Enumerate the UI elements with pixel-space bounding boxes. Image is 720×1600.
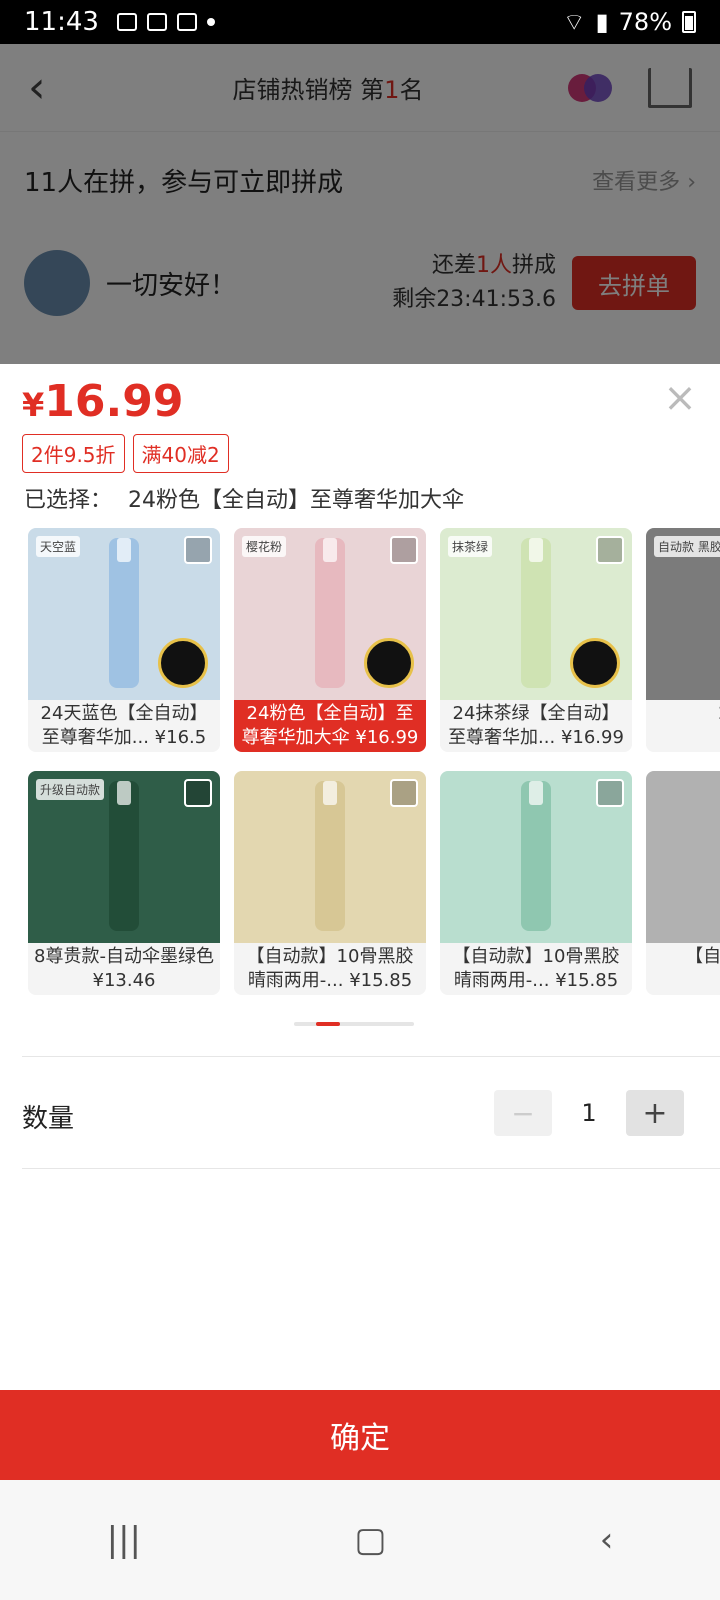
more-notifications-icon (206, 18, 215, 26)
selected-label: 已选择： (24, 488, 113, 513)
sku-option-caption: 24粉色【全自动】至尊奢华加大伞 ¥16.99 (234, 700, 426, 752)
status-right: ⌔ ▮ 78% (563, 7, 696, 37)
close-icon[interactable]: × (660, 378, 700, 418)
sku-option-card[interactable]: 【自动款】10骨黑胶晴雨两用-... ¥15.85 (234, 771, 426, 995)
divider (22, 1168, 720, 1169)
quantity-value[interactable]: 1 (552, 1099, 626, 1127)
battery-percent: 78% (618, 8, 672, 36)
umbrella-icon (521, 538, 551, 688)
quantity-label: 数量 (22, 1104, 75, 1134)
expand-icon[interactable] (184, 779, 212, 807)
sku-option-image (646, 771, 720, 943)
sku-grid: 天空蓝 24天蓝色【全自动】至尊奢华加... ¥16.5 樱花粉 24粉色【全自动】至… (28, 528, 720, 998)
confirm-button[interactable]: 确定 (0, 1390, 720, 1480)
sku-option-caption: 【自动 晴雨两 (646, 943, 720, 995)
notification-icons (116, 13, 215, 31)
system-nav-bar: ||| ▢ ‹ (0, 1480, 720, 1600)
gallery-icon (116, 13, 137, 31)
umbrella-handle-icon (117, 538, 131, 562)
expand-icon[interactable] (390, 536, 418, 564)
umbrella-handle-icon (529, 538, 543, 562)
umbrella-handle-icon (117, 781, 131, 805)
promo-tags: 2件9.5折 满40减2 (22, 434, 229, 473)
status-bar: 11:43 ⌔ ▮ 78% (0, 0, 720, 44)
selected-value: 24粉色【全自动】至尊奢华加大伞 (128, 488, 465, 513)
quantity-minus-button[interactable]: − (494, 1090, 552, 1136)
umbrella-detail-icon (364, 638, 414, 688)
sku-image-label: 樱花粉 (242, 536, 287, 557)
quantity-plus-button[interactable]: + (626, 1090, 684, 1136)
umbrella-icon (315, 781, 345, 931)
dim-overlay[interactable] (0, 44, 720, 364)
sku-option-card[interactable]: 【自动 晴雨两 (646, 771, 720, 995)
divider (22, 1056, 720, 1057)
promo-tag: 满40减2 (132, 434, 229, 473)
signal-icon: ▮ (595, 8, 609, 36)
sku-option-image: 自动款 黑胶防晒 (646, 528, 720, 700)
sku-option-caption: 2骨黑 (646, 700, 720, 752)
umbrella-handle-icon (323, 781, 337, 805)
umbrella-detail-icon (158, 638, 208, 688)
grid-pager (294, 1022, 414, 1026)
sku-option-card[interactable]: 樱花粉 24粉色【全自动】至尊奢华加大伞 ¥16.99 (234, 528, 426, 752)
youtube-icon (176, 13, 197, 31)
umbrella-icon (521, 781, 551, 931)
sku-option-caption: 8尊贵款-自动伞墨绿色 ¥13.46 (28, 943, 220, 995)
sku-option-card[interactable]: 升级自动款 8尊贵款-自动伞墨绿色 ¥13.46 (28, 771, 220, 995)
home-icon[interactable]: ▢ (354, 1520, 386, 1560)
sku-image-label: 天空蓝 (36, 536, 81, 557)
umbrella-icon (109, 781, 139, 931)
sku-image-label: 自动款 黑胶防晒 (654, 536, 720, 557)
sku-option-card[interactable]: 天空蓝 24天蓝色【全自动】至尊奢华加... ¥16.5 (28, 528, 220, 752)
sku-option-caption: 24天蓝色【全自动】至尊奢华加... ¥16.5 (28, 700, 220, 752)
quantity-stepper: − 1 + (494, 1090, 684, 1136)
sku-sheet: ¥16.99 × 2件9.5折 满40减2 已选择： 24粉色【全自动】至尊奢华加… (0, 364, 720, 1390)
status-time: 11:43 (24, 7, 99, 37)
umbrella-handle-icon (529, 781, 543, 805)
wifi-icon: ⌔ (562, 8, 586, 36)
battery-icon (682, 11, 696, 33)
price: ¥16.99 (22, 376, 183, 427)
expand-icon[interactable] (390, 779, 418, 807)
sku-option-caption: 24抹茶绿【全自动】至尊奢华加... ¥16.99 (440, 700, 632, 752)
selected-sku: 已选择： 24粉色【全自动】至尊奢华加大伞 (24, 482, 464, 514)
sku-image-label: 抹茶绿 (448, 536, 493, 557)
sku-image-label: 升级自动款 (36, 779, 105, 800)
expand-icon[interactable] (184, 536, 212, 564)
umbrella-icon (109, 538, 139, 688)
sku-option-card[interactable]: 抹茶绿 24抹茶绿【全自动】至尊奢华加... ¥16.99 (440, 528, 632, 752)
umbrella-icon (315, 538, 345, 688)
sku-option-card[interactable]: 自动款 黑胶防晒 2骨黑 (646, 528, 720, 752)
sku-option-card[interactable]: 【自动款】10骨黑胶晴雨两用-... ¥15.85 (440, 771, 632, 995)
promo-tag: 2件9.5折 (22, 434, 125, 473)
facebook-icon (146, 13, 167, 31)
price-value: 16.99 (44, 376, 184, 427)
umbrella-detail-icon (570, 638, 620, 688)
nav-back-icon[interactable]: ‹ (600, 1520, 614, 1560)
expand-icon[interactable] (596, 536, 624, 564)
umbrella-handle-icon (323, 538, 337, 562)
sku-option-caption: 【自动款】10骨黑胶晴雨两用-... ¥15.85 (234, 943, 426, 995)
pager-indicator (316, 1022, 340, 1026)
sku-option-caption: 【自动款】10骨黑胶晴雨两用-... ¥15.85 (440, 943, 632, 995)
expand-icon[interactable] (596, 779, 624, 807)
recent-apps-icon[interactable]: ||| (107, 1520, 141, 1560)
price-symbol: ¥ (22, 386, 45, 424)
